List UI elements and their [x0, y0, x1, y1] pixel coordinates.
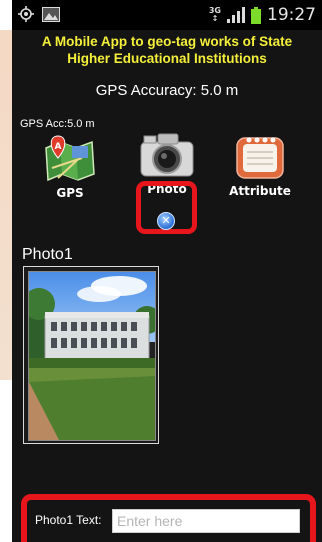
photo-heading: Photo1 — [22, 246, 73, 263]
location-icon — [18, 6, 34, 22]
photo-thumbnail[interactable] — [23, 266, 159, 444]
notebook-icon — [236, 137, 284, 179]
gps-accuracy-small: GPS Acc:5.0 m — [20, 118, 95, 130]
camera-icon — [140, 133, 194, 177]
app-title: A Mobile App to geo-tag works of State H… — [12, 33, 322, 67]
battery-icon — [251, 6, 261, 24]
app-title-line1: A Mobile App to geo-tag works of State — [41, 34, 293, 49]
clock: 19:27 — [267, 5, 316, 25]
attribute-button[interactable]: Attribute — [228, 134, 292, 198]
photo-text-input[interactable] — [112, 509, 300, 533]
status-right: 3G ↕ 19:27 — [209, 5, 316, 25]
gallery-notification-icon — [42, 6, 60, 22]
gps-accuracy: GPS Accuracy: 5.0 m — [95, 82, 239, 99]
svg-text:A: A — [55, 142, 62, 152]
photo-text-label: Photo1 Text: — [35, 513, 102, 527]
gps-map-icon: A — [45, 135, 95, 182]
gps-label: GPS — [56, 186, 84, 200]
signal-icon — [227, 7, 245, 23]
gps-button[interactable]: A GPS — [40, 134, 100, 200]
side-strip — [0, 30, 12, 380]
status-left — [18, 6, 60, 22]
phone-screen: 3G ↕ 19:27 A Mobile App to geo-tag works… — [12, 0, 322, 542]
status-bar: 3G ↕ 19:27 — [12, 0, 322, 30]
attribute-label: Attribute — [229, 184, 291, 198]
network-type: 3G ↕ — [208, 6, 221, 23]
building-photo — [28, 271, 156, 441]
delete-photo-icon[interactable]: ✕ — [157, 212, 175, 230]
app-title-line2: Higher Educational Institutions — [67, 51, 267, 66]
